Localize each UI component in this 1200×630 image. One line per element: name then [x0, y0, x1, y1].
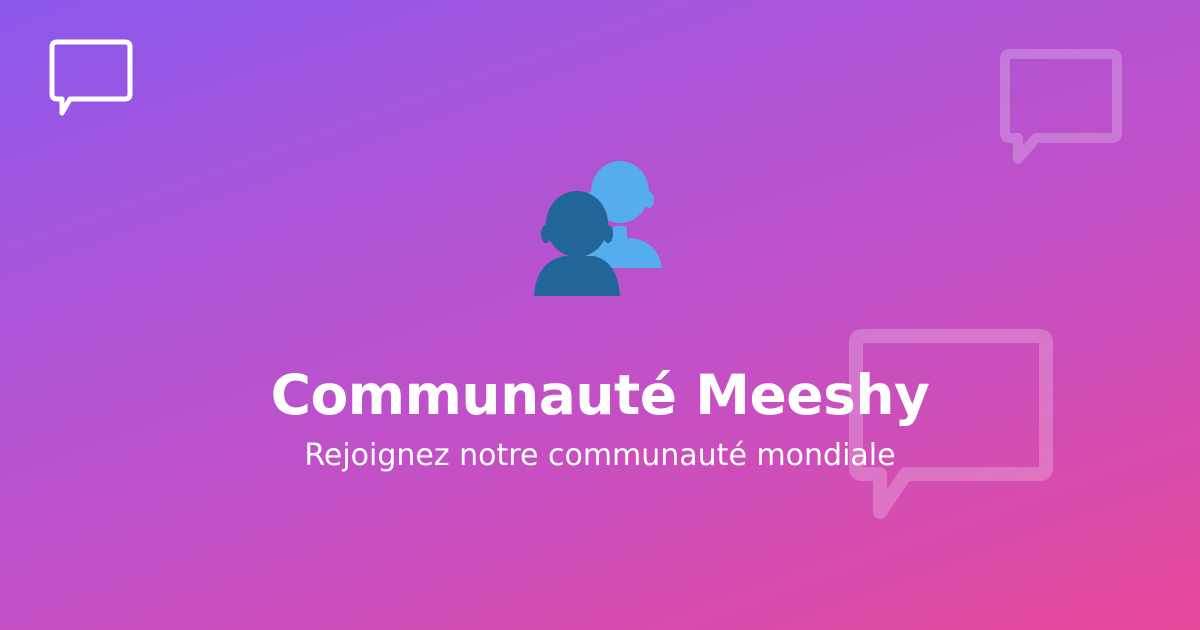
decorative-chat-bubble-icon — [1000, 49, 1122, 164]
busts-in-silhouette-icon — [534, 161, 662, 296]
chat-bubble-icon — [49, 39, 133, 116]
page-title: Communauté Meeshy — [270, 363, 930, 427]
page-subtitle: Rejoignez notre communauté mondiale — [304, 438, 896, 473]
